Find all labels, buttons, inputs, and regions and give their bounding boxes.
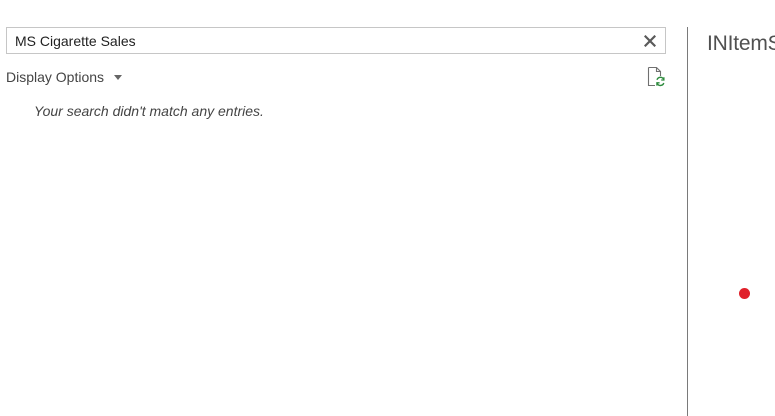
- refresh-button[interactable]: [646, 66, 666, 88]
- display-options-dropdown[interactable]: Display Options: [6, 67, 123, 87]
- caret-down-icon: [114, 74, 123, 80]
- clear-search-button[interactable]: [639, 30, 661, 51]
- empty-results-message: Your search didn't match any entries.: [34, 103, 264, 119]
- search-panel: Display Options Your search didn't match…: [0, 0, 687, 416]
- close-icon: [644, 34, 656, 47]
- search-box: [6, 27, 666, 54]
- display-options-label: Display Options: [6, 69, 105, 85]
- refresh-document-icon: [647, 66, 665, 87]
- detail-title: INItemS: [707, 32, 775, 55]
- status-indicator-dot: [739, 288, 750, 299]
- search-input[interactable]: [7, 28, 635, 53]
- detail-panel: INItemS: [688, 0, 775, 416]
